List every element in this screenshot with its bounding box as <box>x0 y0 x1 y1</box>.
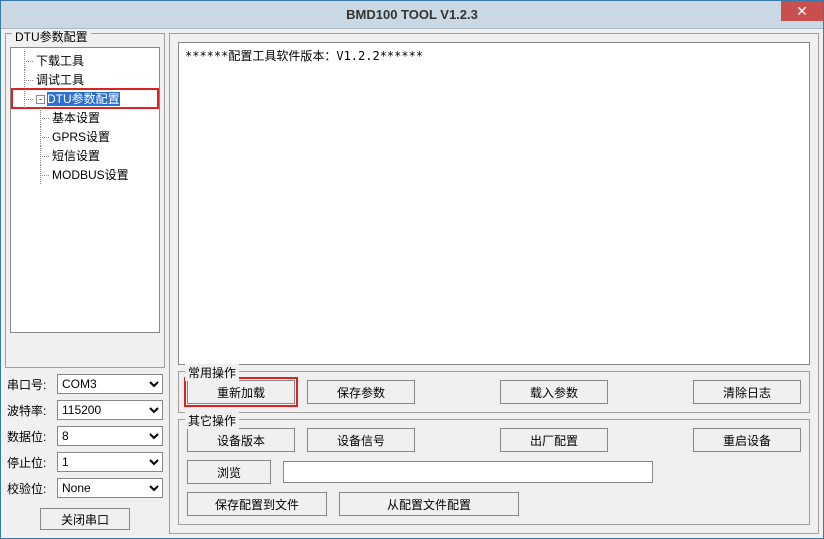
titlebar: BMD100 TOOL V1.2.3 ✕ <box>1 1 823 29</box>
clear-log-button[interactable]: 清除日志 <box>693 380 801 404</box>
load-params-button[interactable]: 载入参数 <box>500 380 608 404</box>
baud-select[interactable]: 115200 <box>57 400 163 420</box>
tree-item[interactable]: GPRS设置 <box>12 127 158 146</box>
tree-item-label: 短信设置 <box>52 149 100 163</box>
left-panel: DTU参数配置 下载工具调试工具-DTU参数配置基本设置GPRS设置短信设置MO… <box>5 33 165 534</box>
main-window: BMD100 TOOL V1.2.3 ✕ DTU参数配置 下载工具调试工具-DT… <box>0 0 824 539</box>
device-version-button[interactable]: 设备版本 <box>187 428 295 452</box>
restart-device-button[interactable]: 重启设备 <box>693 428 801 452</box>
reload-button[interactable]: 重新加载 <box>187 380 295 404</box>
tree-item[interactable]: 基本设置 <box>12 108 158 127</box>
databits-select[interactable]: 8 <box>57 426 163 446</box>
parity-select[interactable]: None <box>57 478 163 498</box>
tree-item[interactable]: 下载工具 <box>12 51 158 70</box>
save-config-file-button[interactable]: 保存配置到文件 <box>187 492 327 516</box>
tree-group-label: DTU参数配置 <box>12 30 91 44</box>
device-signal-button[interactable]: 设备信号 <box>307 428 415 452</box>
tree-item-label: 下载工具 <box>36 54 84 68</box>
tree-item[interactable]: -DTU参数配置 <box>12 89 158 108</box>
collapse-icon[interactable]: - <box>36 95 45 104</box>
tree-item[interactable]: 短信设置 <box>12 146 158 165</box>
tree-item[interactable]: 调试工具 <box>12 70 158 89</box>
common-ops-label: 常用操作 <box>185 364 239 381</box>
save-params-button[interactable]: 保存参数 <box>307 380 415 404</box>
baud-label: 波特率: <box>7 402 53 419</box>
content-area: DTU参数配置 下载工具调试工具-DTU参数配置基本设置GPRS设置短信设置MO… <box>1 29 823 538</box>
tree-item-label: GPRS设置 <box>52 130 110 144</box>
load-config-file-button[interactable]: 从配置文件配置 <box>339 492 519 516</box>
window-title: BMD100 TOOL V1.2.3 <box>1 7 823 22</box>
other-ops-group: 其它操作 设备版本 设备信号 出厂配置 重启设备 浏览 保存配置到文件 从配置文… <box>178 419 810 525</box>
serial-settings: 串口号: COM3 波特率: 115200 数据位: 8 停止位: 1 校验位: <box>5 372 165 534</box>
tree-item-label: 基本设置 <box>52 111 100 125</box>
databits-label: 数据位: <box>7 428 53 445</box>
close-icon[interactable]: ✕ <box>781 1 823 21</box>
common-ops-group: 常用操作 重新加载 保存参数 载入参数 清除日志 <box>178 371 810 413</box>
stopbits-select[interactable]: 1 <box>57 452 163 472</box>
close-port-button[interactable]: 关闭串口 <box>40 508 130 530</box>
right-panel: ******配置工具软件版本：V1.2.2****** 常用操作 重新加载 保存… <box>169 33 819 534</box>
tree-item-label: DTU参数配置 <box>47 92 120 106</box>
file-path-input[interactable] <box>283 461 653 483</box>
browse-button[interactable]: 浏览 <box>187 460 271 484</box>
tree-item-label: 调试工具 <box>36 73 84 87</box>
stopbits-label: 停止位: <box>7 454 53 471</box>
port-select[interactable]: COM3 <box>57 374 163 394</box>
factory-config-button[interactable]: 出厂配置 <box>500 428 608 452</box>
other-ops-label: 其它操作 <box>185 412 239 429</box>
log-area[interactable]: ******配置工具软件版本：V1.2.2****** <box>178 42 810 365</box>
tree-item-label: MODBUS设置 <box>52 168 129 182</box>
nav-tree[interactable]: 下载工具调试工具 -DTU参数配置基本设置 GPRS设置短信设置 MODBUS设置 <box>10 47 160 333</box>
parity-label: 校验位: <box>7 480 53 497</box>
port-label: 串口号: <box>7 376 53 393</box>
tree-item[interactable]: MODBUS设置 <box>12 165 158 184</box>
tree-group: DTU参数配置 下载工具调试工具-DTU参数配置基本设置GPRS设置短信设置MO… <box>5 33 165 368</box>
